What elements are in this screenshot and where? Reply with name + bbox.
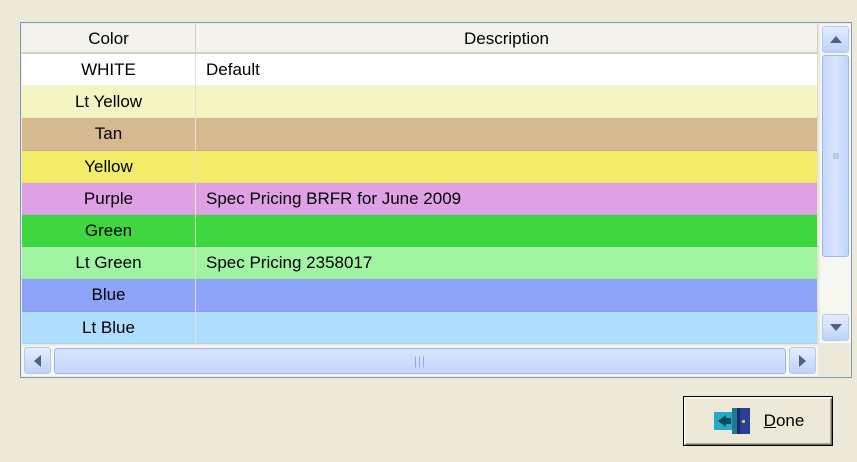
table-row[interactable]: Lt Yellow xyxy=(22,86,818,119)
done-button-label: Done xyxy=(764,411,805,431)
scrollbar-corner xyxy=(819,345,850,376)
table-row[interactable]: Purple Spec Pricing BRFR for June 2009 xyxy=(22,182,818,215)
grid-rows: WHITE Default Lt Yellow Tan Yellow Purple Spec… xyxy=(22,54,818,344)
color-cell[interactable]: Lt Green xyxy=(22,247,196,280)
scroll-right-button[interactable] xyxy=(789,347,816,374)
description-cell[interactable] xyxy=(196,311,818,344)
scroll-up-button[interactable] xyxy=(822,26,849,53)
horizontal-scroll-thumb[interactable]: ||| xyxy=(54,348,786,374)
column-header-description[interactable]: Description xyxy=(196,24,818,54)
description-cell[interactable]: Spec Pricing 2358017 xyxy=(196,247,818,280)
table-row[interactable]: WHITE Default xyxy=(22,54,818,87)
scroll-down-button[interactable] xyxy=(822,314,849,341)
exit-door-icon xyxy=(713,408,750,434)
done-button[interactable]: Done xyxy=(683,396,833,446)
grip-icon: ≡ xyxy=(832,148,839,163)
color-cell[interactable]: Tan xyxy=(22,118,196,151)
description-cell[interactable] xyxy=(196,214,818,248)
table-row[interactable]: Lt Green Spec Pricing 2358017 xyxy=(22,247,818,280)
column-header-color[interactable]: Color xyxy=(22,24,196,54)
table-row[interactable]: Lt Blue xyxy=(22,311,818,344)
done-label-rest: one xyxy=(775,411,805,430)
color-cell[interactable]: Lt Yellow xyxy=(22,86,196,119)
table-row[interactable]: Yellow xyxy=(22,150,818,183)
horizontal-scrollbar[interactable]: ||| xyxy=(22,345,818,376)
chevron-right-icon xyxy=(799,354,806,367)
chevron-left-icon xyxy=(34,354,41,367)
description-cell[interactable] xyxy=(196,118,818,151)
color-cell[interactable]: Purple xyxy=(22,182,196,215)
description-cell[interactable]: Spec Pricing BRFR for June 2009 xyxy=(196,182,818,215)
description-cell[interactable] xyxy=(196,86,818,119)
color-cell[interactable]: Blue xyxy=(22,279,196,312)
grip-icon: ||| xyxy=(413,353,427,368)
description-cell[interactable] xyxy=(196,279,818,312)
scroll-left-button[interactable] xyxy=(24,347,51,374)
vertical-scrollbar[interactable]: ≡ xyxy=(819,24,851,343)
color-cell[interactable]: Green xyxy=(22,214,196,248)
grid-body: Color Description WHITE Default Lt Yellow T… xyxy=(22,24,818,344)
color-grid: Color Description WHITE Default Lt Yellow T… xyxy=(20,22,852,378)
table-row[interactable]: Green xyxy=(22,214,818,248)
chevron-up-icon xyxy=(829,36,842,43)
description-cell[interactable] xyxy=(196,150,818,183)
grid-header: Color Description xyxy=(22,24,818,54)
color-cell[interactable]: WHITE xyxy=(22,54,196,87)
description-cell[interactable]: Default xyxy=(196,54,818,87)
vertical-scroll-thumb[interactable]: ≡ xyxy=(822,55,849,257)
color-cell[interactable]: Yellow xyxy=(22,150,196,183)
table-row[interactable]: Tan xyxy=(22,118,818,151)
table-row[interactable]: Blue xyxy=(22,279,818,312)
done-mnemonic: D xyxy=(763,411,776,430)
color-cell[interactable]: Lt Blue xyxy=(22,311,196,344)
chevron-down-icon xyxy=(829,324,842,331)
